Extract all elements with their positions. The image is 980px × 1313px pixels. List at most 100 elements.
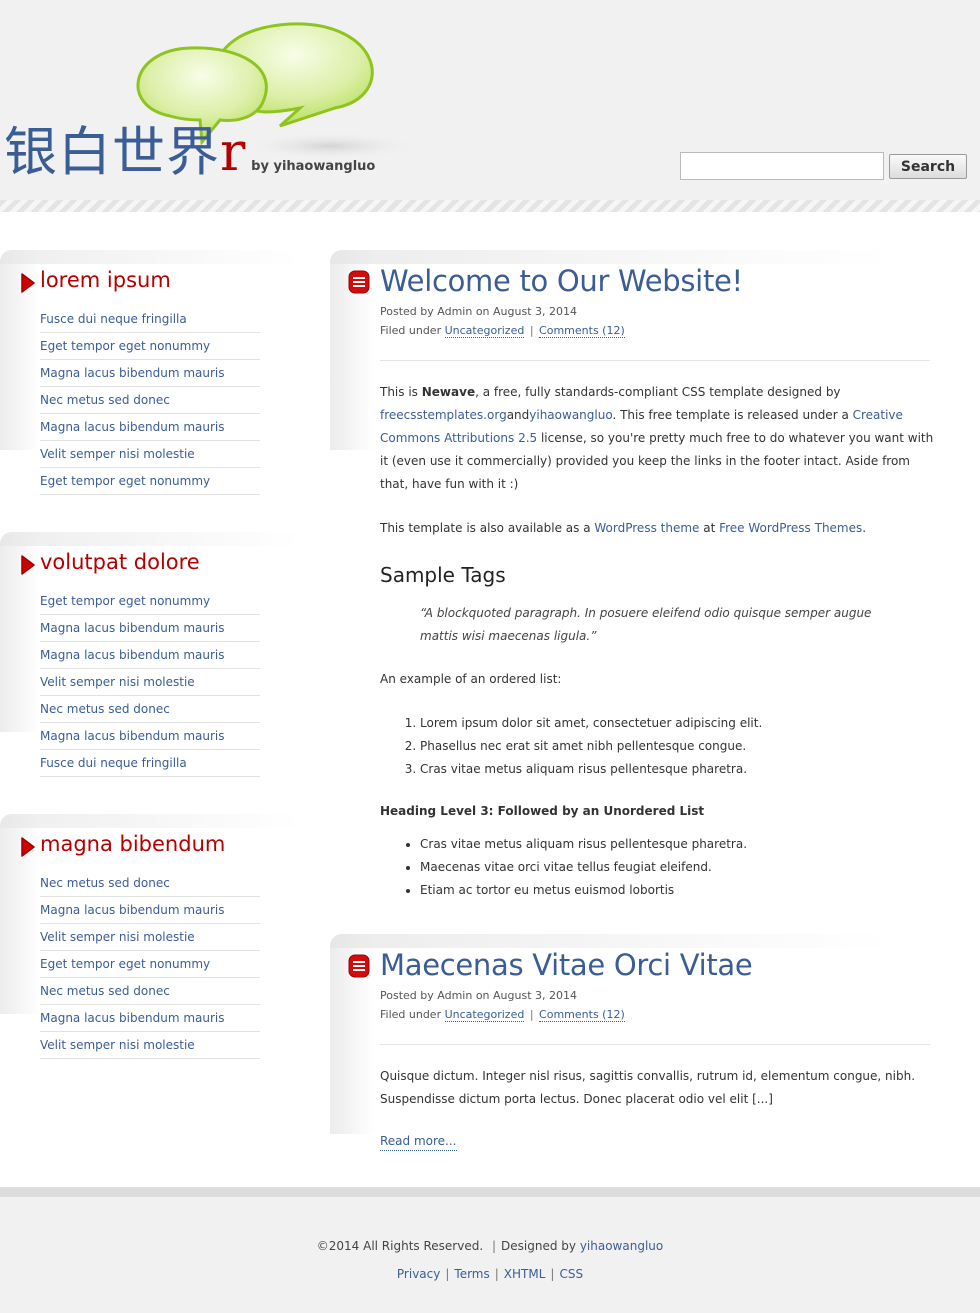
post-icon — [348, 270, 370, 294]
search-button[interactable]: Search — [889, 154, 967, 179]
red-arrow-icon — [21, 555, 35, 575]
footer-link-xhtml[interactable]: XHTML — [504, 1267, 546, 1281]
sidebar-link[interactable]: Velit semper nisi molestie — [40, 675, 195, 689]
meta-separator: | — [529, 324, 534, 337]
post-filed-under: Filed under Uncategorized | Comments (12… — [380, 324, 625, 338]
footer-separator: | — [550, 1267, 555, 1281]
sidebar-link[interactable]: Magna lacus bibendum mauris — [40, 621, 225, 635]
post-byline: Posted by Admin on August 3, 2014 — [380, 305, 577, 318]
sidebar-link[interactable]: Eget tempor eget nonummy — [40, 594, 210, 608]
text: at — [699, 521, 720, 535]
meta-separator: | — [529, 1008, 534, 1021]
text: , a free, fully standards-compliant CSS … — [475, 385, 841, 399]
filed-under-label: Filed under — [380, 1008, 442, 1021]
post-divider — [380, 1044, 930, 1045]
post-intro-paragraph: This is Newave, a free, fully standards-… — [380, 381, 935, 496]
text: and — [506, 408, 530, 422]
sidebar-link[interactable]: Magna lacus bibendum mauris — [40, 903, 225, 917]
copyright-text: ©2014 All Rights Reserved. — [316, 1239, 484, 1253]
post-date: on August 3, 2014 — [475, 305, 578, 318]
post-filed-under: Filed under Uncategorized | Comments (12… — [380, 1008, 625, 1022]
wordpress-theme-link[interactable]: WordPress theme — [594, 521, 699, 535]
category-link[interactable]: Uncategorized — [444, 324, 525, 338]
footer-link-css[interactable]: CSS — [559, 1267, 583, 1281]
footer-link-terms[interactable]: Terms — [454, 1267, 489, 1281]
unordered-list: Cras vitae metus aliquam risus pellentes… — [420, 833, 930, 902]
sidebar-link[interactable]: Magna lacus bibendum mauris — [40, 729, 225, 743]
post-author: Admin — [437, 989, 473, 1002]
sidebar-item: Nec metus sed donec — [40, 696, 260, 723]
sidebar-list: Nec metus sed donec Magna lacus bibendum… — [40, 870, 260, 1059]
sidebar-link[interactable]: Eget tempor eget nonummy — [40, 474, 210, 488]
footer-separator: | — [494, 1267, 499, 1281]
sidebar-item: Magna lacus bibendum mauris — [40, 897, 260, 924]
sidebar-item: Nec metus sed donec — [40, 978, 260, 1005]
sidebar-item: Velit semper nisi molestie — [40, 669, 260, 696]
post-also-paragraph: This template is also available as a Wor… — [380, 517, 935, 540]
logo-text: 银白世界 — [4, 122, 220, 183]
sidebar-link[interactable]: Nec metus sed donec — [40, 876, 170, 890]
sidebar-item: Magna lacus bibendum mauris — [40, 1005, 260, 1032]
yihaowangluo-link[interactable]: yihaowangluo — [529, 408, 612, 422]
sidebar-link[interactable]: Magna lacus bibendum mauris — [40, 648, 225, 662]
read-more-link[interactable]: Read more... — [380, 1132, 457, 1151]
search-input[interactable] — [680, 152, 884, 180]
blockquote: “A blockquoted paragraph. In posuere ele… — [420, 606, 872, 643]
sidebar-link[interactable]: Velit semper nisi molestie — [40, 1038, 195, 1052]
post-excerpt: Quisque dictum. Integer nisl risus, sagi… — [380, 1069, 916, 1106]
unordered-list-item: Maecenas vitae orci vitae tellus feugiat… — [420, 856, 930, 879]
post-title-link[interactable]: Welcome to Our Website! — [380, 264, 743, 298]
sidebar-item: Fusce dui neque fringilla — [40, 306, 260, 333]
sidebar-item: Velit semper nisi molestie — [40, 1032, 260, 1059]
site-logo[interactable]: 银白世界r by yihaowangluo — [4, 122, 375, 184]
unordered-list-item: Cras vitae metus aliquam risus pellentes… — [420, 833, 930, 856]
sidebar-title: volutpat dolore — [40, 550, 200, 574]
sidebar-link[interactable]: Nec metus sed donec — [40, 393, 170, 407]
sidebar-link[interactable]: Fusce dui neque fringilla — [40, 756, 187, 770]
sidebar-item: Magna lacus bibendum mauris — [40, 615, 260, 642]
sidebar-link[interactable]: Magna lacus bibendum mauris — [40, 420, 225, 434]
sidebar-link[interactable]: Fusce dui neque fringilla — [40, 312, 187, 326]
sidebar-item: Magna lacus bibendum mauris — [40, 360, 260, 387]
footer: ©2014 All Rights Reserved. | Designed by … — [0, 1197, 980, 1313]
sidebar-item: Eget tempor eget nonummy — [40, 468, 260, 495]
sidebar-list: Eget tempor eget nonummy Magna lacus bib… — [40, 588, 260, 777]
sidebar-link[interactable]: Eget tempor eget nonummy — [40, 339, 210, 353]
freecsstemplates-link[interactable]: freecsstemplates.org — [380, 408, 507, 422]
sidebar-link[interactable]: Velit semper nisi molestie — [40, 447, 195, 461]
unordered-list-item: Etiam ac tortor eu metus euismod loborti… — [420, 879, 930, 902]
sample-tags-heading: Sample Tags — [380, 563, 506, 587]
sidebar-link[interactable]: Nec metus sed donec — [40, 984, 170, 998]
red-arrow-icon — [21, 837, 35, 857]
category-link[interactable]: Uncategorized — [444, 1008, 525, 1022]
post-author: Admin — [437, 305, 473, 318]
sidebar-item: Nec metus sed donec — [40, 387, 260, 414]
sidebar-item: Eget tempor eget nonummy — [40, 333, 260, 360]
sidebar-title: magna bibendum — [40, 832, 226, 856]
header: 银白世界r by yihaowangluo Search — [0, 0, 980, 200]
logo-r-letter: r — [220, 122, 246, 183]
text: . — [862, 521, 867, 535]
heading-level-3: Heading Level 3: Followed by an Unordere… — [380, 804, 705, 818]
filed-under-label: Filed under — [380, 324, 442, 337]
sidebar-item: Magna lacus bibendum mauris — [40, 642, 260, 669]
sidebar-link[interactable]: Nec metus sed donec — [40, 702, 170, 716]
footer-links: Privacy | Terms | XHTML | CSS — [0, 1267, 980, 1281]
comments-link[interactable]: Comments (12) — [539, 324, 625, 338]
sidebar-link[interactable]: Magna lacus bibendum mauris — [40, 366, 225, 380]
logo-byline: by yihaowangluo — [251, 159, 376, 174]
designer-link[interactable]: yihaowangluo — [580, 1239, 663, 1253]
footer-link-privacy[interactable]: Privacy — [397, 1267, 440, 1281]
free-wordpress-themes-link[interactable]: Free WordPress Themes — [719, 521, 862, 535]
sidebar-link[interactable]: Velit semper nisi molestie — [40, 930, 195, 944]
post-date: on August 3, 2014 — [475, 989, 578, 1002]
sidebar-link[interactable]: Magna lacus bibendum mauris — [40, 1011, 225, 1025]
sidebar-item: Magna lacus bibendum mauris — [40, 414, 260, 441]
byline-prefix: Posted by — [380, 305, 434, 318]
post-title-link[interactable]: Maecenas Vitae Orci Vitae — [380, 948, 753, 982]
designed-by-label: Designed by — [501, 1239, 576, 1253]
sidebar-item: Magna lacus bibendum mauris — [40, 723, 260, 750]
footer-separator: | — [491, 1239, 497, 1253]
sidebar-link[interactable]: Eget tempor eget nonummy — [40, 957, 210, 971]
comments-link[interactable]: Comments (12) — [539, 1008, 625, 1022]
